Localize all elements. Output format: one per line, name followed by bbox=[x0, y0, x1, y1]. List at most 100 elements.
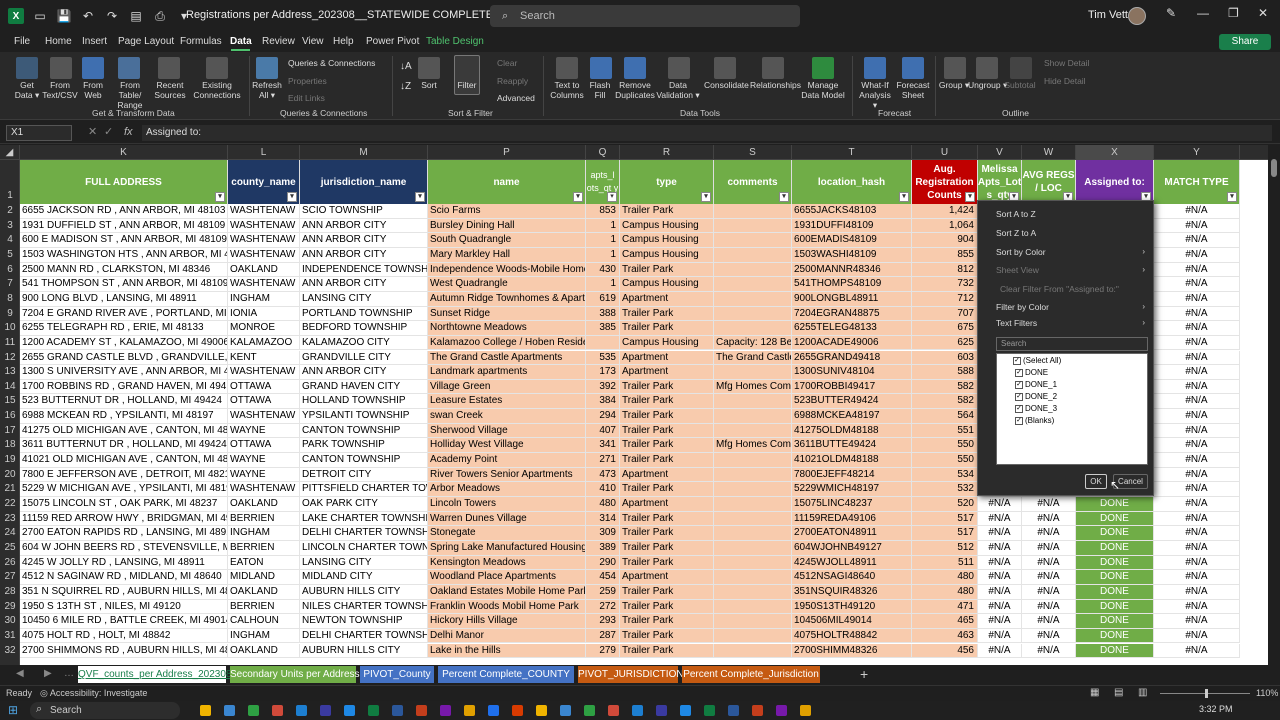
menu-insert[interactable]: Insert bbox=[82, 36, 107, 47]
cell-name[interactable]: Stonegate bbox=[428, 526, 586, 541]
menu-review[interactable]: Review bbox=[262, 36, 295, 47]
cell-aug-count[interactable]: 480 bbox=[912, 570, 978, 585]
cell-type[interactable]: Campus Housing bbox=[620, 233, 714, 248]
header-type[interactable]: type ▾ bbox=[620, 160, 714, 204]
cell-comments[interactable] bbox=[714, 306, 792, 322]
cell-comments[interactable] bbox=[714, 218, 792, 234]
cell-location-hash[interactable]: 1200ACADE49006 bbox=[792, 335, 912, 351]
cell-apts[interactable]: 1 bbox=[586, 247, 620, 263]
cell-aug-count[interactable]: 456 bbox=[912, 643, 978, 659]
filter-option-done-1[interactable]: ✓ DONE_1 bbox=[1015, 380, 1057, 389]
cell-apts[interactable]: 1 bbox=[586, 277, 620, 292]
cell-type[interactable]: Trailer Park bbox=[620, 453, 714, 468]
cell-apts[interactable]: 473 bbox=[586, 467, 620, 483]
filter-dropdown-icon[interactable]: ▾ bbox=[1227, 192, 1237, 202]
col-header-y[interactable]: Y bbox=[1154, 145, 1240, 160]
cell-type[interactable]: Trailer Park bbox=[620, 438, 714, 454]
cell-comments[interactable] bbox=[714, 584, 792, 600]
cell-full-address[interactable]: 2655 GRAND CASTLE BLVD , GRANDVILLE, MI … bbox=[20, 350, 228, 366]
cell-match-type[interactable]: #N/A bbox=[1154, 482, 1240, 497]
cell-comments[interactable]: Mfg Homes Comn bbox=[714, 438, 792, 454]
cell-name[interactable]: Delhi Manor bbox=[428, 628, 586, 644]
filter-by-color-item[interactable]: Filter by Color bbox=[996, 302, 1049, 312]
undo-icon[interactable]: ↶ bbox=[80, 8, 96, 24]
col-header-v[interactable]: V bbox=[978, 145, 1022, 160]
cell-avg-regs[interactable]: #N/A bbox=[1022, 614, 1076, 629]
row-header[interactable]: 28 bbox=[0, 585, 20, 600]
cell-assigned-to[interactable]: DONE bbox=[1076, 643, 1154, 659]
cell-comments[interactable] bbox=[714, 321, 792, 336]
filter-dropdown-icon[interactable]: ▾ bbox=[607, 192, 617, 202]
from-web-button[interactable]: From Web bbox=[80, 80, 106, 100]
cell-county[interactable]: CALHOUN bbox=[228, 614, 300, 629]
cell-name[interactable]: Scio Farms bbox=[428, 204, 586, 219]
cell-full-address[interactable]: 10450 6 MILE RD , BATTLE CREEK, MI 49014 bbox=[20, 614, 228, 629]
filter-button[interactable]: Filter bbox=[452, 80, 482, 90]
cell-apts[interactable]: 293 bbox=[586, 614, 620, 629]
cell-match-type[interactable]: #N/A bbox=[1154, 218, 1240, 234]
cell-location-hash[interactable]: 351NSQUIR48326 bbox=[792, 584, 912, 600]
cell-county[interactable]: INGHAM bbox=[228, 291, 300, 307]
cell-jurisdiction[interactable]: ANN ARBOR CITY bbox=[300, 218, 428, 234]
header-assigned-to[interactable]: Assigned to: ▾ bbox=[1076, 160, 1154, 204]
cell-county[interactable]: KENT bbox=[228, 350, 300, 366]
sort-az-icon[interactable]: ↓A bbox=[400, 62, 412, 72]
filter-dropdown-icon[interactable]: ▾ bbox=[573, 192, 583, 202]
cell-type[interactable]: Trailer Park bbox=[620, 614, 714, 629]
queries-connections-button[interactable]: Queries & Connections bbox=[288, 58, 375, 68]
relationships-button[interactable]: Relationships bbox=[750, 80, 801, 90]
formula-input[interactable]: Assigned to: bbox=[142, 125, 1272, 141]
taskbar-app-icon[interactable] bbox=[320, 705, 331, 716]
cell-aug-count[interactable]: 582 bbox=[912, 379, 978, 395]
cell-melissa[interactable]: #N/A bbox=[978, 628, 1022, 644]
cell-full-address[interactable]: 1700 ROBBINS RD , GRAND HAVEN, MI 49417 bbox=[20, 379, 228, 395]
cell-avg-regs[interactable]: #N/A bbox=[1022, 555, 1076, 571]
cell-location-hash[interactable]: 1950S13TH49120 bbox=[792, 599, 912, 615]
cell-type[interactable]: Trailer Park bbox=[620, 204, 714, 219]
redo-icon[interactable]: ↷ bbox=[104, 8, 120, 24]
cell-melissa[interactable]: #N/A bbox=[978, 570, 1022, 585]
cell-match-type[interactable]: #N/A bbox=[1154, 540, 1240, 556]
data-validation-button[interactable]: Data Validation ▾ bbox=[656, 80, 700, 100]
filter-dropdown-icon[interactable]: ▾ bbox=[965, 192, 975, 202]
cell-full-address[interactable]: 4512 N SAGINAW RD , MIDLAND, MI 48640 bbox=[20, 570, 228, 585]
cell-location-hash[interactable]: 6655JACKS48103 bbox=[792, 204, 912, 219]
cell-county[interactable]: OAKLAND bbox=[228, 643, 300, 659]
cell-location-hash[interactable]: 7204EGRAN48875 bbox=[792, 306, 912, 322]
select-all-corner[interactable]: ◢ bbox=[0, 145, 20, 160]
cell-aug-count[interactable]: 550 bbox=[912, 438, 978, 454]
cell-aug-count[interactable]: 520 bbox=[912, 497, 978, 512]
cell-apts[interactable]: 287 bbox=[586, 628, 620, 644]
cell-location-hash[interactable]: 15075LINC48237 bbox=[792, 497, 912, 512]
cell-match-type[interactable]: #N/A bbox=[1154, 335, 1240, 351]
cell-type[interactable]: Apartment bbox=[620, 467, 714, 483]
cell-name[interactable]: Village Green bbox=[428, 379, 586, 395]
cancel-formula-icon[interactable]: ✕ bbox=[88, 125, 97, 138]
row-header[interactable]: 29 bbox=[0, 600, 20, 615]
cell-name[interactable]: Academy Point bbox=[428, 453, 586, 468]
menu-formulas[interactable]: Formulas bbox=[180, 36, 222, 47]
cell-type[interactable]: Apartment bbox=[620, 570, 714, 585]
page-break-view-icon[interactable]: ▥ bbox=[1138, 687, 1147, 698]
cell-jurisdiction[interactable]: CANTON TOWNSHIP bbox=[300, 423, 428, 439]
cell-full-address[interactable]: 2700 SHIMMONS RD , AUBURN HILLS, MI 4832 bbox=[20, 643, 228, 659]
advanced-button[interactable]: Advanced bbox=[497, 93, 535, 103]
cell-match-type[interactable]: #N/A bbox=[1154, 438, 1240, 454]
cell-jurisdiction[interactable]: CANTON TOWNSHIP bbox=[300, 453, 428, 468]
get-data-button[interactable]: Get Data ▾ bbox=[10, 80, 44, 100]
cell-comments[interactable] bbox=[714, 453, 792, 468]
cell-comments[interactable] bbox=[714, 277, 792, 292]
cell-location-hash[interactable]: 6988MCKEA48197 bbox=[792, 409, 912, 424]
cell-melissa[interactable]: #N/A bbox=[978, 614, 1022, 629]
cell-comments[interactable] bbox=[714, 409, 792, 424]
cell-apts[interactable]: 271 bbox=[586, 453, 620, 468]
cell-aug-count[interactable]: 511 bbox=[912, 555, 978, 571]
row-header[interactable]: 15 bbox=[0, 394, 20, 409]
print-icon[interactable]: ⎙ bbox=[152, 8, 168, 24]
cell-jurisdiction[interactable]: KALAMAZOO CITY bbox=[300, 335, 428, 351]
cell-comments[interactable] bbox=[714, 540, 792, 556]
menu-help[interactable]: Help bbox=[333, 36, 354, 47]
cell-jurisdiction[interactable]: INDEPENDENCE TOWNSHIP bbox=[300, 262, 428, 278]
cell-aug-count[interactable]: 463 bbox=[912, 628, 978, 644]
col-header-m[interactable]: M bbox=[300, 145, 428, 160]
